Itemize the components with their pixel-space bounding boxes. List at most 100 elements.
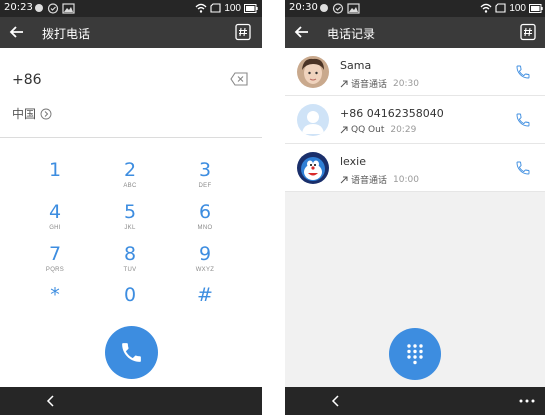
dialpad-toggle-icon[interactable]	[234, 23, 252, 41]
key-1[interactable]: 1	[25, 158, 85, 198]
key-digit: 0	[123, 284, 137, 306]
battery-icon	[244, 3, 258, 13]
call-details: QQ Out 20:29	[340, 125, 416, 135]
key-letters: PQRS	[45, 267, 65, 273]
call-log-item[interactable]: Sama 语音通话 20:30	[285, 48, 545, 96]
more-options-icon[interactable]	[517, 395, 537, 407]
notification-icons	[35, 3, 75, 14]
key-digit: *	[50, 284, 60, 306]
chevron-right-icon	[40, 108, 52, 119]
outgoing-arrow-icon	[340, 80, 348, 87]
sim-icon	[210, 3, 221, 13]
key-digit: 7	[48, 243, 62, 265]
phone-icon[interactable]	[515, 112, 531, 128]
key-5[interactable]: 5 JKL	[100, 200, 160, 240]
key-7[interactable]: 7 PQRS	[25, 242, 85, 282]
default-avatar-icon	[297, 104, 329, 136]
divider	[0, 137, 262, 138]
key-6[interactable]: 6 MNO	[175, 200, 235, 240]
dialpad-icon	[407, 344, 423, 365]
key-4[interactable]: 4 GHI	[25, 200, 85, 240]
battery-level: 100	[224, 2, 241, 14]
nav-back-icon[interactable]	[44, 394, 58, 408]
call-log-item[interactable]: +86 04162358040 QQ Out 20:29	[285, 96, 545, 144]
call-log-list: Sama 语音通话 20:30 +86 04162358040 QQ Out 2…	[285, 48, 545, 192]
navigation-bar	[285, 387, 545, 415]
key-letters: MNO	[197, 225, 213, 231]
key-3[interactable]: 3 DEF	[175, 158, 235, 198]
key-digit: 9	[198, 243, 212, 265]
call-type: 语音通话	[351, 176, 388, 186]
phone-icon[interactable]	[515, 64, 531, 80]
navigation-bar	[0, 387, 262, 415]
dialer-screen: 20:23 100 拨打电话 +86 中国 1 2 ABC 3 DEF 4 GH…	[0, 0, 262, 415]
contact-name: lexie	[340, 155, 366, 168]
key-letters: ABC	[123, 183, 137, 189]
call-time: 20:29	[390, 125, 417, 135]
page-title: 电话记录	[327, 27, 376, 41]
outgoing-arrow-icon	[340, 176, 348, 183]
call-type: 语音通话	[351, 80, 388, 90]
key-digit: 5	[123, 201, 137, 223]
key-letters: TUV	[123, 267, 137, 273]
sim-icon	[495, 3, 506, 13]
country-selector[interactable]: 中国	[12, 105, 52, 122]
dialpad-toggle-icon[interactable]	[519, 23, 537, 41]
back-arrow-icon[interactable]	[8, 23, 26, 41]
key-letters: DEF	[198, 183, 212, 189]
outgoing-arrow-icon	[340, 126, 348, 134]
call-time: 20:30	[393, 78, 419, 89]
status-bar: 20:23 100	[0, 0, 262, 17]
nav-back-icon[interactable]	[329, 394, 343, 408]
key-digit: 2	[123, 159, 137, 181]
key-letters: WXYZ	[195, 267, 215, 273]
phone-icon	[122, 343, 141, 362]
notification-icons	[320, 3, 360, 14]
key-digit: 1	[48, 159, 62, 181]
call-type: QQ Out	[351, 125, 385, 135]
country-label: 中国	[12, 107, 37, 121]
phone-number-input[interactable]: +86	[12, 72, 42, 88]
key-letters: GHI	[49, 225, 61, 231]
back-arrow-icon[interactable]	[293, 23, 311, 41]
status-time: 20:30	[289, 2, 318, 13]
call-button[interactable]	[105, 326, 158, 379]
key-digit: 8	[123, 243, 137, 265]
toolbar: 拨打电话	[0, 17, 262, 48]
call-log-screen: 20:30 100 电话记录 Sama 语音通话 20:30 +86 04162…	[285, 0, 545, 415]
call-time: 10:00	[393, 174, 419, 185]
key-0[interactable]: 0	[100, 283, 160, 323]
backspace-icon[interactable]	[230, 72, 248, 86]
key-hash[interactable]: #	[175, 283, 235, 323]
key-2[interactable]: 2 ABC	[100, 158, 160, 198]
system-icons: 100	[195, 2, 258, 14]
key-8[interactable]: 8 TUV	[100, 242, 160, 282]
key-digit: #	[197, 284, 213, 306]
contact-name: Sama	[340, 59, 372, 72]
page-title: 拨打电话	[42, 27, 91, 41]
key-9[interactable]: 9 WXYZ	[175, 242, 235, 282]
key-digit: 6	[198, 201, 212, 223]
phone-icon[interactable]	[515, 160, 531, 176]
contact-name: +86 04162358040	[340, 107, 444, 120]
call-log-item[interactable]: lexie 语音通话 10:00	[285, 144, 545, 192]
status-time: 20:23	[4, 2, 33, 13]
avatar	[297, 56, 329, 88]
dialpad-button[interactable]	[389, 328, 441, 380]
call-details: 语音通话 10:00	[340, 173, 419, 186]
battery-icon	[529, 3, 543, 13]
system-icons: 100	[480, 2, 543, 14]
call-details: 语音通话 20:30	[340, 77, 419, 90]
key-letters: JKL	[124, 225, 136, 231]
avatar	[297, 152, 329, 184]
toolbar: 电话记录	[285, 17, 545, 48]
key-digit: 3	[198, 159, 212, 181]
wifi-icon	[480, 3, 492, 13]
avatar	[297, 104, 329, 136]
doraemon-avatar-icon	[297, 152, 329, 184]
key-star[interactable]: *	[25, 283, 85, 323]
photo-avatar-icon	[297, 56, 329, 88]
status-bar: 20:30 100	[285, 0, 545, 17]
wifi-icon	[195, 3, 207, 13]
battery-level: 100	[509, 2, 526, 14]
